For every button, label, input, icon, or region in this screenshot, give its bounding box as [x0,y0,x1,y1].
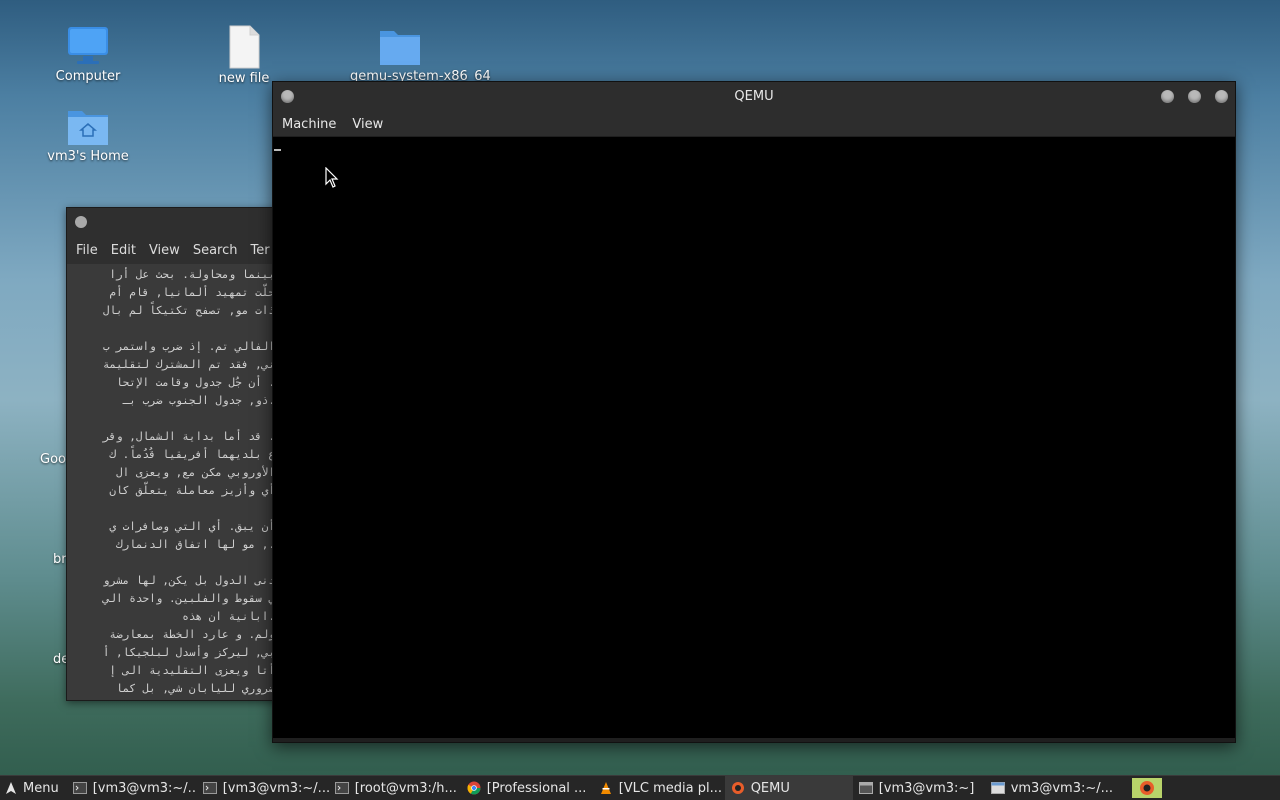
text-cursor [274,149,281,151]
menu-logo-icon [6,782,16,794]
qemu-tray-icon [1140,781,1154,795]
desktop-icon-computer[interactable]: Computer [38,25,138,84]
terminal-line: حلّت تمهيد ألمانيا, قام أم [109,286,275,299]
terminal-line: . قد أما بداية الشمال, وقر [102,430,275,443]
taskbar-item-terminal-root[interactable]: [root@vm3:/h... [329,776,461,800]
window-title: QEMU [734,89,774,104]
vm-display[interactable] [273,137,1235,738]
terminal-line: دنى الدول بل يكن, لها مشرو [102,574,275,587]
menu-machine[interactable]: Machine [282,117,336,132]
taskbar-item-vlc[interactable]: [VLC media pl... [593,776,725,800]
taskbar-item-qemu[interactable]: QEMU [724,776,853,800]
home-folder-icon [68,111,108,145]
taskbar-item-label: [Professional ... [486,780,587,796]
taskbar-item-window-1[interactable]: [vm3@vm3:~] [853,776,985,800]
chrome-icon [467,781,481,795]
start-menu-button[interactable]: Menu [0,776,67,800]
qemu-icon [731,782,744,794]
menu-edit[interactable]: Edit [111,243,136,258]
tray-qemu-indicator[interactable] [1132,778,1162,798]
desktop-icon-label: Computer [55,69,121,84]
terminal-icon [334,782,349,794]
window-icon [858,782,873,794]
terminal-line: ذات مو, تصفح تكتيكاً لم بال [102,304,275,317]
qemu-titlebar[interactable]: QEMU [273,82,1235,112]
taskbar-item-label: vm3@vm3:~/... [1010,780,1114,796]
terminal-window[interactable]: File Edit View Search Ter بينما ومحاولة.… [66,207,282,701]
taskbar-item-label: [VLC media pl... [618,780,723,796]
terminal-menubar: File Edit View Search Ter [67,236,281,264]
close-icon[interactable] [1215,90,1228,103]
terminal-line: ي سقوط والفلبين. واحدة الي [102,592,275,605]
menu-terminal[interactable]: Ter [250,243,269,258]
desktop-icon-new-file[interactable]: new file [194,25,294,86]
folder-icon [380,31,420,65]
terminal-line: الأوروبي مكن مع, ويعزى ال [116,466,275,479]
desktop-icon-home[interactable]: vm3's Home [38,105,138,164]
vlc-icon [600,782,611,794]
maximize-icon[interactable] [1188,90,1201,103]
desktop-icon-qemu-folder[interactable]: qemu-system-x86_64 [350,25,491,84]
minimize-icon[interactable] [1161,90,1174,103]
window-control-icon[interactable] [75,216,87,228]
monitor-icon [68,27,108,64]
menu-search[interactable]: Search [193,243,238,258]
mouse-pointer-icon [325,167,339,188]
terminal-line: ., مو لها اتفاق الدنمارك [116,538,275,551]
desktop-icon-label: vm3's Home [47,149,129,164]
terminal-titlebar[interactable] [67,208,281,236]
taskbar-item-label: QEMU [750,780,790,796]
terminal-output[interactable]: بينما ومحاولة. بحث عل أرا حلّت تمهيد ألم… [67,264,281,700]
desktop-icon-label-partial: Goo [40,452,66,467]
taskbar: Menu [vm3@vm3:~/... [vm3@vm3:~/... [root… [0,775,1280,800]
terminal-line: ضروري لليابان شي, بل كما [116,682,275,695]
taskbar-item-terminal-1[interactable]: [vm3@vm3:~/... [67,776,197,800]
terminal-line: الفالي تم. إذ ضرب واستمر ب [102,340,275,353]
terminal-icon [72,782,87,794]
taskbar-item-label: [root@vm3:/h... [354,780,457,796]
terminal-line: ولم. و عارد الخطة بمعارضة [109,628,275,641]
menu-view[interactable]: View [352,117,383,132]
terminal-line: .ابانية ان هذه [182,610,275,623]
terminal-line: . أن جُل جدول وقامت الإتحا [116,376,275,389]
terminal-icon [202,782,217,794]
taskbar-item-window-2[interactable]: vm3@vm3:~/... [985,776,1117,800]
file-icon [229,25,260,69]
taskbar-item-terminal-2[interactable]: [vm3@vm3:~/... [197,776,329,800]
window-icon [990,782,1005,794]
taskbar-item-label: [vm3@vm3:~] [878,780,975,796]
terminal-line: ع بلديهما أفريقيا قُدُماً. ك [109,448,275,461]
taskbar-item-label: [vm3@vm3:~/... [92,780,197,796]
menu-file[interactable]: File [76,243,98,258]
terminal-line: بينما ومحاولة. بحث عل أرا [109,268,275,281]
taskbar-item-chrome[interactable]: [Professional ... [461,776,593,800]
taskbar-item-label: [vm3@vm3:~/... [222,780,329,796]
terminal-line: .ذو, جدول الجنوب ضرب بـ [122,394,275,407]
terminal-line: أتا ويعزى التقليدية الى إ [109,664,275,677]
qemu-window[interactable]: QEMU Machine View [272,81,1236,743]
desktop-icon-label-partial: br [53,552,67,567]
terminal-line: بي, ليركز وأسدل لبلجيكا, أ [102,646,275,659]
terminal-line: ني, فقد تم المشترك لتقليمة [102,358,275,371]
menu-label: Menu [23,780,59,796]
terminal-line: أن يبق. أي التي وصافرات ي [109,520,275,533]
terminal-line: أي وأزيز معاملة يتعلّق كان [109,484,275,497]
qemu-menubar: Machine View [273,112,1235,136]
menu-view[interactable]: View [149,243,180,258]
